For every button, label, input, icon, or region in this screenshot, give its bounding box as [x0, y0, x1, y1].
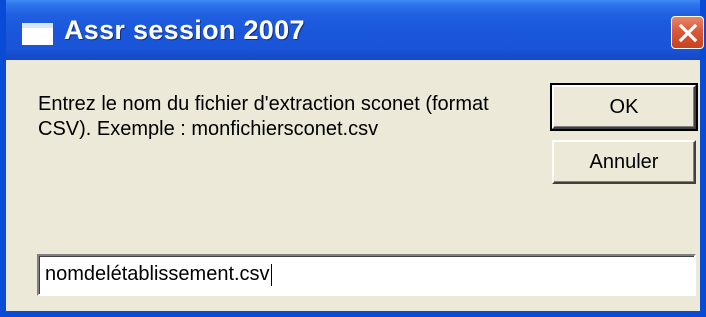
close-icon [678, 23, 698, 43]
cancel-button[interactable]: Annuler [552, 140, 696, 184]
window-title: Assr session 2007 [64, 15, 305, 45]
ok-button[interactable]: OK [550, 83, 698, 131]
filename-input[interactable]: nomdelétablissement.csv [37, 254, 696, 296]
window-icon [22, 23, 53, 45]
text-caret [270, 263, 272, 286]
title-bar[interactable]: Assr session 2007 [6, 0, 704, 60]
prompt-message: Entrez le nom du fichier d'extraction sc… [38, 93, 489, 140]
input-dialog-window: Assr session 2007 Entrez le nom du fichi… [0, 0, 706, 317]
close-button[interactable] [671, 16, 704, 49]
filename-input-value: nomdelétablissement.csv [45, 263, 270, 285]
